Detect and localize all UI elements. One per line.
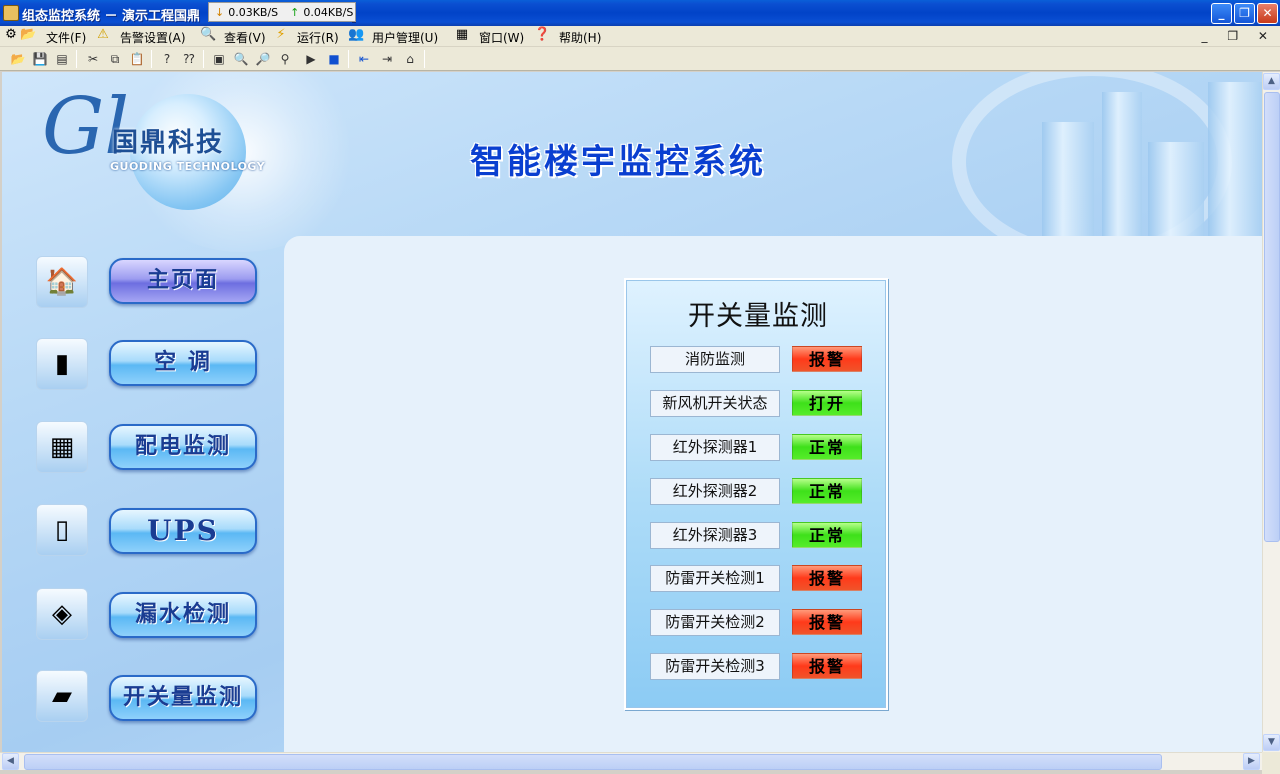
building: [1148, 142, 1204, 242]
status-badge-lightning-2[interactable]: 报警: [792, 609, 862, 635]
system-title: 智能楼宇监控系统: [470, 142, 766, 182]
vertical-scroll-thumb[interactable]: [1264, 92, 1280, 542]
warning-icon: ⚠: [97, 27, 109, 42]
logo-name: 国鼎科技: [112, 128, 225, 158]
toolbar-separator: [151, 50, 152, 68]
zoom-in-icon[interactable]: 🔍: [232, 50, 250, 68]
help-icon: ❓: [534, 27, 551, 42]
save-icon[interactable]: 💾: [31, 50, 49, 68]
main-canvas: Gl 国鼎科技 GUODING TECHNOLOGY 智能楼宇监控系统 🏠 主页…: [2, 72, 1262, 752]
row-label-lightning-3: 防雷开关检测3: [650, 653, 780, 680]
menu-file[interactable]: 文件(F): [46, 29, 86, 46]
building: [1042, 122, 1094, 242]
house-icon: 🏠: [36, 256, 88, 308]
status-badge-infrared-1[interactable]: 正常: [792, 434, 862, 460]
toolbar-separator: [424, 50, 425, 68]
net-up-rate: 0.04KB/S: [303, 5, 354, 19]
menu-user-management[interactable]: 用户管理(U): [372, 29, 438, 46]
window-icon: ▦: [455, 27, 469, 42]
switch-monitor-card: 开关量监测 消防监测 报警 新风机开关状态 打开 红外探测器1 正常 红外探测器…: [624, 278, 888, 710]
status-badge-fire[interactable]: 报警: [792, 346, 862, 372]
save-all-icon[interactable]: ▤: [53, 50, 71, 68]
row-label-infrared-3: 红外探测器3: [650, 522, 780, 549]
nav-leak-detection-button[interactable]: 漏水检测: [109, 592, 257, 638]
air-conditioner-icon: ▮: [36, 338, 88, 390]
status-badge-infrared-3[interactable]: 正常: [792, 522, 862, 548]
nav-ups-button[interactable]: UPS: [109, 508, 257, 554]
mdi-controls[interactable]: _ ❐ ✕: [1202, 29, 1276, 43]
paste-icon[interactable]: 📋: [128, 50, 146, 68]
users-icon: 👥: [348, 27, 365, 42]
zoom-icon[interactable]: ⚲: [276, 50, 294, 68]
row-label-infrared-1: 红外探测器1: [650, 434, 780, 461]
nav-home-button[interactable]: 主页面: [109, 258, 257, 304]
scroll-up-button[interactable]: ▲: [1263, 73, 1280, 90]
network-meter: ↓ 0.03KB/S ↑ 0.04KB/S: [208, 2, 356, 22]
home-icon[interactable]: ⌂: [401, 50, 419, 68]
menu-run[interactable]: 运行(R): [297, 29, 339, 46]
maximize-button[interactable]: ❐: [1234, 3, 1255, 24]
menu-alarm-settings[interactable]: 告警设置(A): [120, 29, 186, 46]
stop-icon[interactable]: ■: [325, 50, 343, 68]
gear-icon[interactable]: ⚙: [3, 27, 19, 43]
status-badge-lightning-3[interactable]: 报警: [792, 653, 862, 679]
help-icon[interactable]: ?: [158, 50, 176, 68]
context-help-icon[interactable]: ⁇: [180, 50, 198, 68]
window-icon[interactable]: ▣: [210, 50, 228, 68]
app-icon: [3, 5, 19, 21]
lightning-icon: ⚡: [276, 27, 286, 42]
copy-icon[interactable]: ⧉: [106, 50, 124, 68]
menu-bar: ⚙ 📂 文件(F) ⚠ 告警设置(A) 🔍 查看(V) ⚡ 运行(R) 👥 用户…: [0, 26, 1280, 47]
status-badge-fresh-air[interactable]: 打开: [792, 390, 862, 416]
download-arrow-icon: ↓: [215, 5, 225, 19]
cut-icon[interactable]: ✂: [84, 50, 102, 68]
building: [1208, 82, 1262, 242]
folder-icon[interactable]: 📂: [20, 27, 36, 43]
horizontal-scroll-thumb[interactable]: [24, 754, 1162, 770]
minimize-button[interactable]: _: [1211, 3, 1232, 24]
zoom-out-icon[interactable]: 🔎: [254, 50, 272, 68]
view-icon: 🔍: [200, 27, 217, 42]
menu-view[interactable]: 查看(V): [224, 29, 266, 46]
building: [1102, 92, 1142, 242]
menu-window[interactable]: 窗口(W): [479, 29, 524, 46]
io-module-icon: ▰: [36, 670, 88, 722]
nav-power-monitoring-button[interactable]: 配电监测: [109, 424, 257, 470]
menu-help[interactable]: 帮助(H): [559, 29, 601, 46]
open-icon[interactable]: 📂: [9, 50, 27, 68]
toolbar-separator: [348, 50, 349, 68]
nav-air-conditioning-button[interactable]: 空 调: [109, 340, 257, 386]
status-badge-infrared-2[interactable]: 正常: [792, 478, 862, 504]
title-bar: 组态监控系统 － 演示工程国鼎] ↓ 0.03KB/S ↑ 0.04KB/S _…: [0, 0, 1280, 26]
nav-switch-monitoring-button[interactable]: 开关量监测: [109, 675, 257, 721]
ups-icon: ▯: [36, 504, 88, 556]
toolbar: 📂 💾 ▤ ✂ ⧉ 📋 ? ⁇ ▣ 🔍 🔎 ⚲ ▶ ■ ⇤ ⇥ ⌂: [0, 47, 1280, 71]
card-title: 开关量监测: [688, 301, 828, 332]
row-label-fresh-air: 新风机开关状态: [650, 390, 780, 417]
row-label-lightning-1: 防雷开关检测1: [650, 565, 780, 592]
leak-sensor-icon: ◈: [36, 588, 88, 640]
scrollbar-corner: [1262, 752, 1280, 774]
row-label-infrared-2: 红外探测器2: [650, 478, 780, 505]
close-button[interactable]: ✕: [1257, 3, 1278, 24]
back-icon[interactable]: ⇤: [355, 50, 373, 68]
status-badge-lightning-1[interactable]: 报警: [792, 565, 862, 591]
logo-subtitle: GUODING TECHNOLOGY: [110, 160, 266, 173]
power-meter-icon: ▦: [36, 421, 88, 473]
scroll-right-button[interactable]: ▶: [1243, 753, 1260, 770]
scroll-left-button[interactable]: ◀: [2, 753, 19, 770]
row-label-lightning-2: 防雷开关检测2: [650, 609, 780, 636]
upload-arrow-icon: ↑: [290, 5, 300, 19]
scroll-down-button[interactable]: ▼: [1263, 734, 1280, 751]
vertical-scrollbar[interactable]: ▲ ▼: [1262, 72, 1280, 752]
forward-icon[interactable]: ⇥: [378, 50, 396, 68]
play-icon[interactable]: ▶: [302, 50, 320, 68]
row-label-fire: 消防监测: [650, 346, 780, 373]
net-down-rate: 0.03KB/S: [228, 5, 279, 19]
toolbar-separator: [76, 50, 77, 68]
toolbar-separator: [203, 50, 204, 68]
horizontal-scrollbar[interactable]: ◀ ▶: [0, 752, 1262, 770]
city-skyline: [952, 72, 1262, 262]
